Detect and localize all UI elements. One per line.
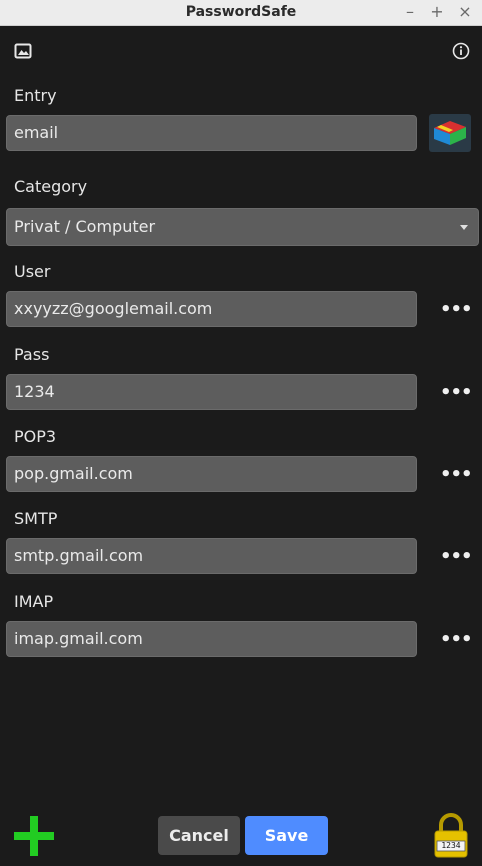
entry-label: Entry (14, 86, 57, 105)
info-icon[interactable] (452, 42, 470, 64)
chevron-down-icon (460, 225, 468, 230)
pop3-input[interactable]: pop.gmail.com (6, 456, 417, 492)
entry-input[interactable]: email (6, 115, 417, 151)
add-icon[interactable] (14, 816, 54, 860)
image-icon[interactable] (14, 42, 32, 64)
smtp-label: SMTP (14, 509, 58, 528)
title-bar: PasswordSafe – + × (0, 0, 482, 26)
category-label: Category (14, 177, 88, 196)
pop3-more-button[interactable]: ••• (440, 466, 473, 488)
lock-code: 1234 (441, 841, 461, 850)
close-icon[interactable]: × (455, 2, 475, 22)
pop3-label: POP3 (14, 427, 57, 446)
imap-label: IMAP (14, 592, 54, 611)
minimize-icon[interactable]: – (400, 2, 420, 22)
smtp-more-button[interactable]: ••• (440, 548, 473, 570)
user-label: User (14, 262, 51, 281)
lock-icon[interactable]: 1234 (433, 812, 469, 860)
category-value: Privat / Computer (14, 217, 156, 236)
pass-label: Pass (14, 345, 50, 364)
cancel-button[interactable]: Cancel (158, 816, 240, 855)
maximize-icon[interactable]: + (427, 2, 447, 22)
password-safe-window: PasswordSafe – + × Entry email Category … (0, 0, 482, 866)
pass-more-button[interactable]: ••• (440, 384, 473, 406)
category-dropdown[interactable]: Privat / Computer (6, 208, 479, 246)
save-button[interactable]: Save (245, 816, 328, 855)
pass-input[interactable]: 1234 (6, 374, 417, 410)
imap-input[interactable]: imap.gmail.com (6, 621, 417, 657)
user-input[interactable]: xxyyzz@googlemail.com (6, 291, 417, 327)
imap-more-button[interactable]: ••• (440, 631, 473, 653)
smtp-input[interactable]: smtp.gmail.com (6, 538, 417, 574)
user-more-button[interactable]: ••• (440, 301, 473, 323)
entry-type-icon[interactable] (429, 114, 471, 156)
